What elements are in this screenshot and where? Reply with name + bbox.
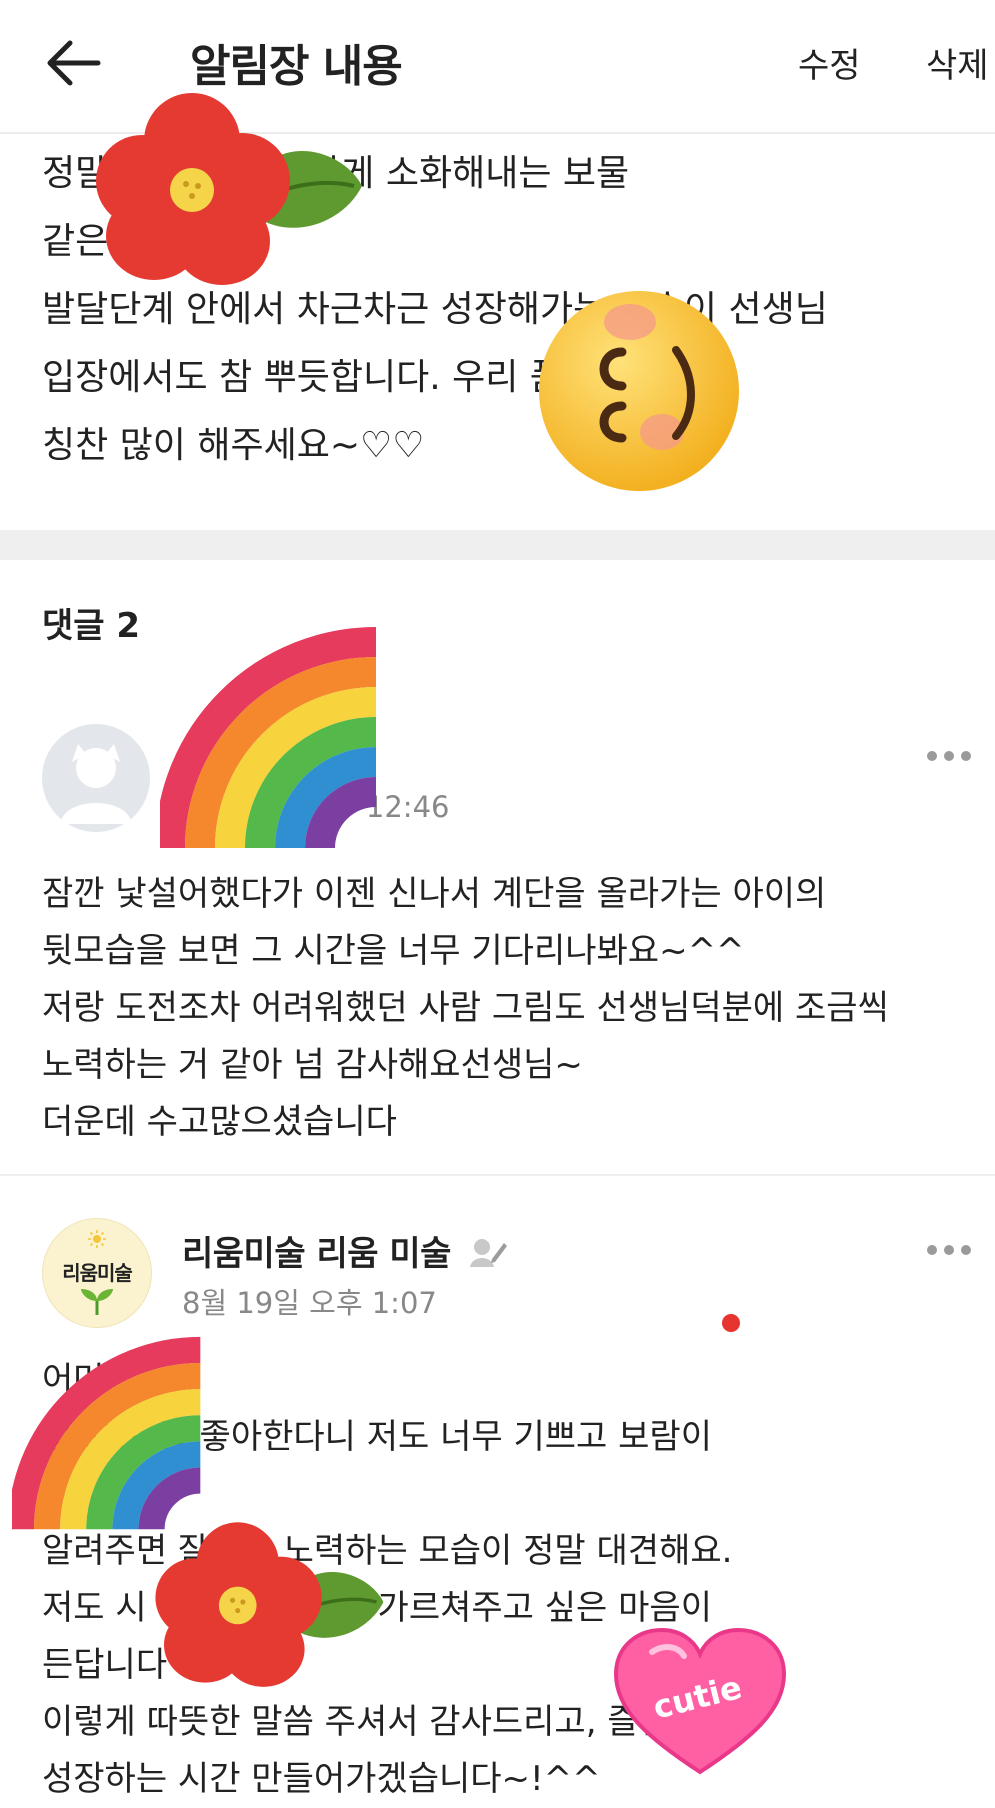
post-body-line: 칭찬 많이 해주세요~♡♡ xyxy=(42,425,425,466)
sprout-icon xyxy=(81,1289,113,1315)
comment-line: 더운데 수고많으셨습니다 xyxy=(42,1102,397,1142)
academy-logo-text: 리움미술 xyxy=(62,1261,133,1285)
comment-divider xyxy=(0,1174,995,1176)
post-body-line: 입장에서도 참 뿌듯합니다. 우리 품 보시면서 xyxy=(42,357,707,398)
comment-author: 리움미술 리움 미술 xyxy=(182,1226,508,1275)
more-options-button[interactable] xyxy=(924,1238,974,1262)
comment-body: 잠깐 낯설어했다가 이젠 신나서 계단을 올라가는 아이의 뒷모습을 보면 그 … xyxy=(42,866,972,1151)
comment-line: 저랑 도전조차 어려워했던 사람 그림도 선생님덕분에 조금씩 xyxy=(42,988,889,1028)
academy-avatar[interactable]: 리움미술 xyxy=(42,1218,152,1328)
rainbow-sticker-icon xyxy=(12,1336,201,1530)
post-body-line: 발달단계 안에서 차근차근 성장해가는 모습이 선생님 xyxy=(42,289,828,330)
avatar[interactable] xyxy=(42,724,150,832)
comment-line: 이렇게 따뜻한 말씀 주셔서 감사드리고, 즐겁게 xyxy=(42,1702,702,1742)
delete-button[interactable]: 삭제 xyxy=(926,38,989,87)
more-dots-icon xyxy=(927,1245,971,1255)
more-options-button[interactable] xyxy=(924,744,974,768)
teacher-badge-icon xyxy=(470,1239,508,1267)
comment-line: 잠깐 낯설어했다가 이젠 신나서 계단을 올라가는 아이의 xyxy=(42,874,827,914)
comment-time: 8월 19일 오후 1:07 xyxy=(182,1286,437,1320)
section-divider xyxy=(0,530,995,560)
heart-sticker-icon: cutie xyxy=(613,1627,787,1775)
edit-button[interactable]: 수정 xyxy=(798,38,861,87)
flower-sticker-icon xyxy=(96,93,362,285)
more-dots-icon xyxy=(927,751,971,761)
comment-line: 뒷모습을 보면 그 시간을 너무 기다리나봐요~^^ xyxy=(42,931,745,971)
page-title: 알림장 내용 xyxy=(190,41,403,92)
default-user-icon xyxy=(60,744,132,824)
smiling-face-sticker-icon xyxy=(539,291,739,491)
comments-count: 댓글 2 xyxy=(42,606,141,646)
comment-line: 성장하는 시간 만들어가겠습니다~!^^ xyxy=(42,1759,601,1799)
red-dot-indicator xyxy=(722,1314,740,1332)
author-name: 리움미술 리움 미술 xyxy=(182,1234,451,1274)
sun-icon xyxy=(88,1230,106,1248)
rainbow-sticker-icon xyxy=(160,627,377,849)
comment-line: 노력하는 거 같아 넘 감사해요선생님~ xyxy=(42,1045,583,1085)
flower-sticker-icon xyxy=(155,1522,384,1687)
